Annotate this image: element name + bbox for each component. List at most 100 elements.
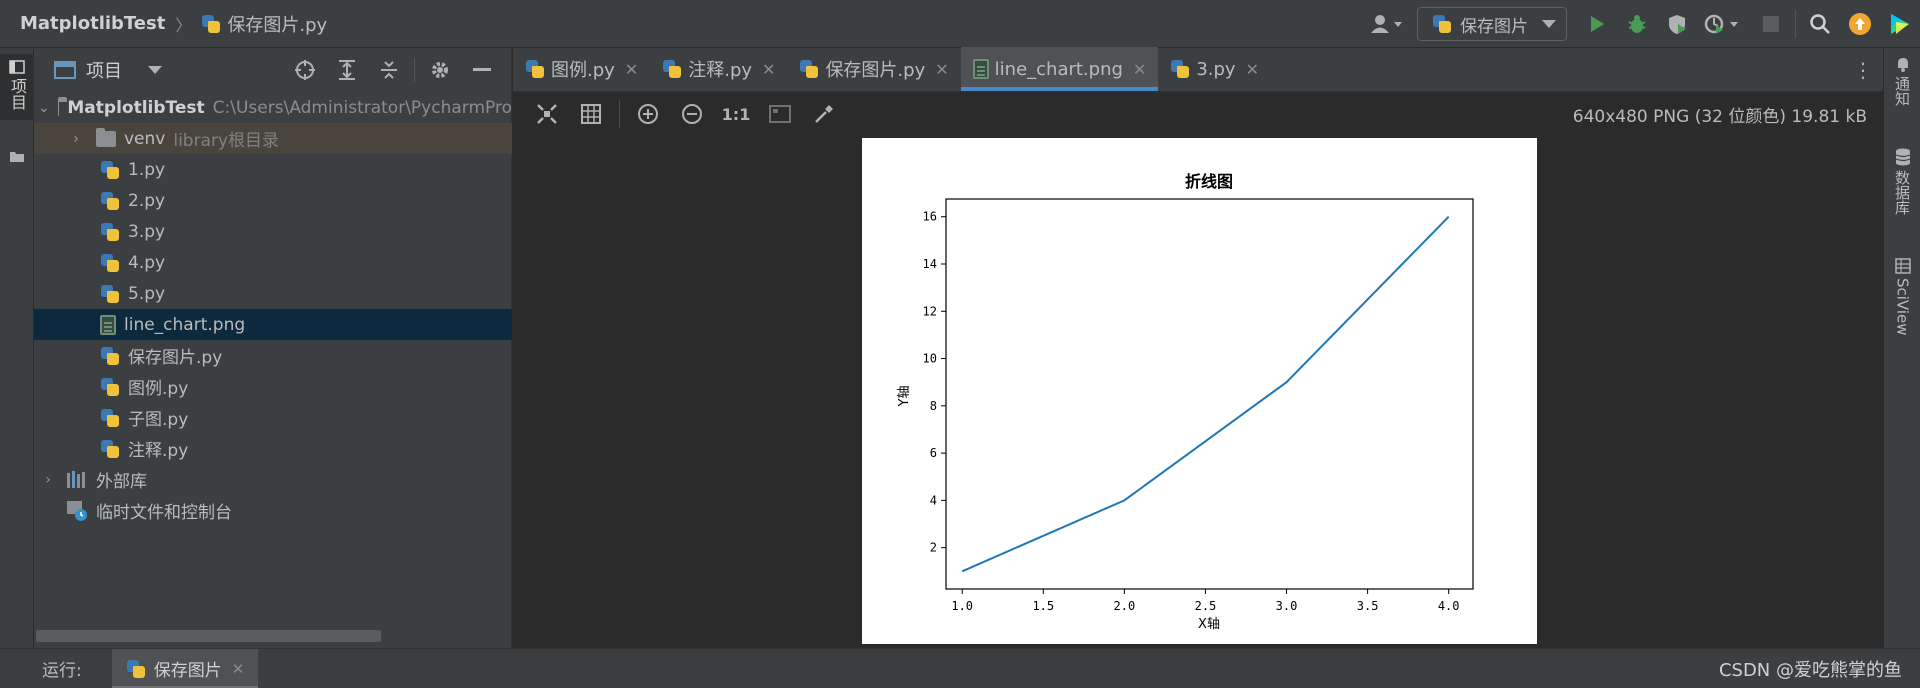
fit-screen-icon <box>537 104 557 124</box>
zoom-in-button[interactable] <box>626 92 670 136</box>
tree-scratches-row[interactable]: 临时文件和控制台 <box>34 495 512 526</box>
run-configuration-select[interactable]: 保存图片 <box>1417 7 1567 41</box>
y-tick-label: 14 <box>923 257 937 271</box>
actual-size-button[interactable]: 1:1 <box>714 92 758 136</box>
options-button[interactable] <box>419 48 461 92</box>
gear-icon <box>432 62 448 78</box>
run-tab[interactable]: 保存图片 ✕ <box>111 648 259 688</box>
tree-file-row[interactable]: 保存图片.py <box>34 340 512 371</box>
x-tick-label: 2.5 <box>1195 599 1217 613</box>
close-icon[interactable]: ✕ <box>1133 60 1146 79</box>
toolbar-divider <box>619 100 620 128</box>
project-panel-title: 项目 <box>86 61 122 82</box>
x-ticks: 1.0 1.5 2.0 2.5 3.0 3.5 4.0 <box>951 589 1460 613</box>
python-file-icon <box>100 377 120 397</box>
scratches-label: 临时文件和控制台 <box>96 503 232 523</box>
zoom-out-button[interactable] <box>670 92 714 136</box>
breadcrumb: MatplotlibTest 〉 保存图片.py <box>0 11 327 37</box>
editor-tab[interactable]: line_chart.png ✕ <box>960 47 1159 91</box>
python-file-icon <box>100 284 120 304</box>
close-icon[interactable]: ✕ <box>232 660 245 678</box>
close-icon[interactable]: ✕ <box>935 60 948 79</box>
project-tool-tab[interactable]: 项目 <box>0 54 34 120</box>
close-icon[interactable]: ✕ <box>1246 60 1259 79</box>
bell-icon <box>1897 58 1908 72</box>
search-icon <box>1810 14 1830 34</box>
chart-title: 折线图 <box>1185 172 1233 191</box>
profile-button[interactable] <box>1697 4 1751 44</box>
chevron-down-icon[interactable]: ⌄ <box>38 100 50 116</box>
toggle-grid-button[interactable] <box>569 92 613 136</box>
horizontal-scrollbar[interactable] <box>36 630 381 642</box>
tree-file-row[interactable]: 子图.py <box>34 402 512 433</box>
folder-icon[interactable] <box>9 148 25 168</box>
database-label: 数据库 <box>1893 170 1911 215</box>
y-tick-label: 12 <box>923 304 937 318</box>
run-button[interactable] <box>1577 4 1617 44</box>
sciview-tool-tab[interactable]: SciView <box>1884 258 1920 336</box>
tree-root-row[interactable]: ⌄ MatplotlibTest C:\Users\Administrator\… <box>34 92 512 123</box>
editor-tab[interactable]: 图例.py ✕ <box>513 47 650 91</box>
library-icon <box>67 470 85 488</box>
breadcrumb-file[interactable]: 保存图片.py <box>227 11 327 37</box>
tree-file-row[interactable]: 注释.py <box>34 433 512 464</box>
fit-to-window-button[interactable] <box>525 92 569 136</box>
locate-file-button[interactable] <box>284 48 326 92</box>
tree-file-row[interactable]: line_chart.png <box>34 309 512 340</box>
collapse-all-button[interactable] <box>368 48 410 92</box>
jetbrains-logo-button[interactable] <box>1880 4 1920 44</box>
editor-tab[interactable]: 3.py ✕ <box>1158 47 1271 91</box>
python-file-icon <box>1170 59 1190 79</box>
project-tool-tab-label: 项目 <box>8 78 27 110</box>
stop-button[interactable] <box>1751 4 1791 44</box>
x-tick-label: 3.5 <box>1357 599 1379 613</box>
background-toggle-button[interactable] <box>758 92 802 136</box>
update-button[interactable] <box>1840 4 1880 44</box>
stop-icon <box>1763 16 1779 32</box>
pycharm-logo-icon <box>1891 14 1909 34</box>
coverage-button[interactable] <box>1657 4 1697 44</box>
plot-frame <box>945 198 1474 590</box>
tree-file-row[interactable]: 图例.py <box>34 371 512 402</box>
editor-tab[interactable]: 保存图片.py ✕ <box>787 47 960 91</box>
bottom-tool-bar: 运行: 保存图片 ✕ CSDN @爱吃熊掌的鱼 <box>0 648 1920 688</box>
close-icon[interactable]: ✕ <box>762 60 775 79</box>
image-info: 640x480 PNG (32 位颜色) 19.81 kB <box>1572 106 1867 127</box>
grid-icon <box>581 104 601 124</box>
y-axis-label: Y轴 <box>897 386 912 408</box>
chevron-right-icon[interactable]: › <box>66 131 86 147</box>
tree-file-row[interactable]: 4.py <box>34 247 512 278</box>
toolbar-divider <box>1795 10 1796 38</box>
python-file-icon <box>100 191 120 211</box>
right-tool-strip: 通知 数据库 SciView <box>1883 48 1920 648</box>
search-button[interactable] <box>1800 4 1840 44</box>
tree-external-libraries-row[interactable]: › 外部库 <box>34 464 512 495</box>
file-name: 注释.py <box>128 441 189 461</box>
view-select-chevron-icon[interactable] <box>148 66 162 74</box>
tree-file-row[interactable]: 5.py <box>34 278 512 309</box>
editor-tabs: 图例.py ✕ 注释.py ✕ 保存图片.py ✕ line_chart.png ✕ 3.py ✕… <box>513 47 1883 92</box>
account-button[interactable] <box>1367 4 1407 44</box>
tree-file-row[interactable]: 1.py <box>34 154 512 185</box>
minus-icon <box>473 68 491 71</box>
tree-venv-row[interactable]: › venv library根目录 <box>34 123 512 154</box>
database-tool-tab[interactable]: 数据库 <box>1884 148 1920 215</box>
debug-button[interactable] <box>1617 4 1657 44</box>
python-file-icon <box>100 222 120 242</box>
tree-file-row[interactable]: 2.py <box>34 185 512 216</box>
hide-panel-button[interactable] <box>461 48 503 92</box>
y-tick-label: 8 <box>930 399 937 413</box>
close-icon[interactable]: ✕ <box>625 60 638 79</box>
breadcrumb-project[interactable]: MatplotlibTest <box>20 13 165 34</box>
notifications-tool-tab[interactable]: 通知 <box>1884 56 1920 106</box>
chevron-right-icon[interactable]: › <box>38 472 58 488</box>
file-name: 子图.py <box>128 410 189 430</box>
tree-file-row[interactable]: 3.py <box>34 216 512 247</box>
expand-all-button[interactable] <box>326 48 368 92</box>
more-tabs-button[interactable]: ⋮ <box>1843 48 1883 92</box>
editor-tab[interactable]: 注释.py ✕ <box>650 47 787 91</box>
color-picker-button[interactable] <box>802 92 846 136</box>
bug-icon <box>1628 15 1646 33</box>
y-ticks: 2 4 6 8 10 12 14 16 <box>923 210 946 555</box>
run-tab-label: 保存图片 <box>153 661 222 681</box>
